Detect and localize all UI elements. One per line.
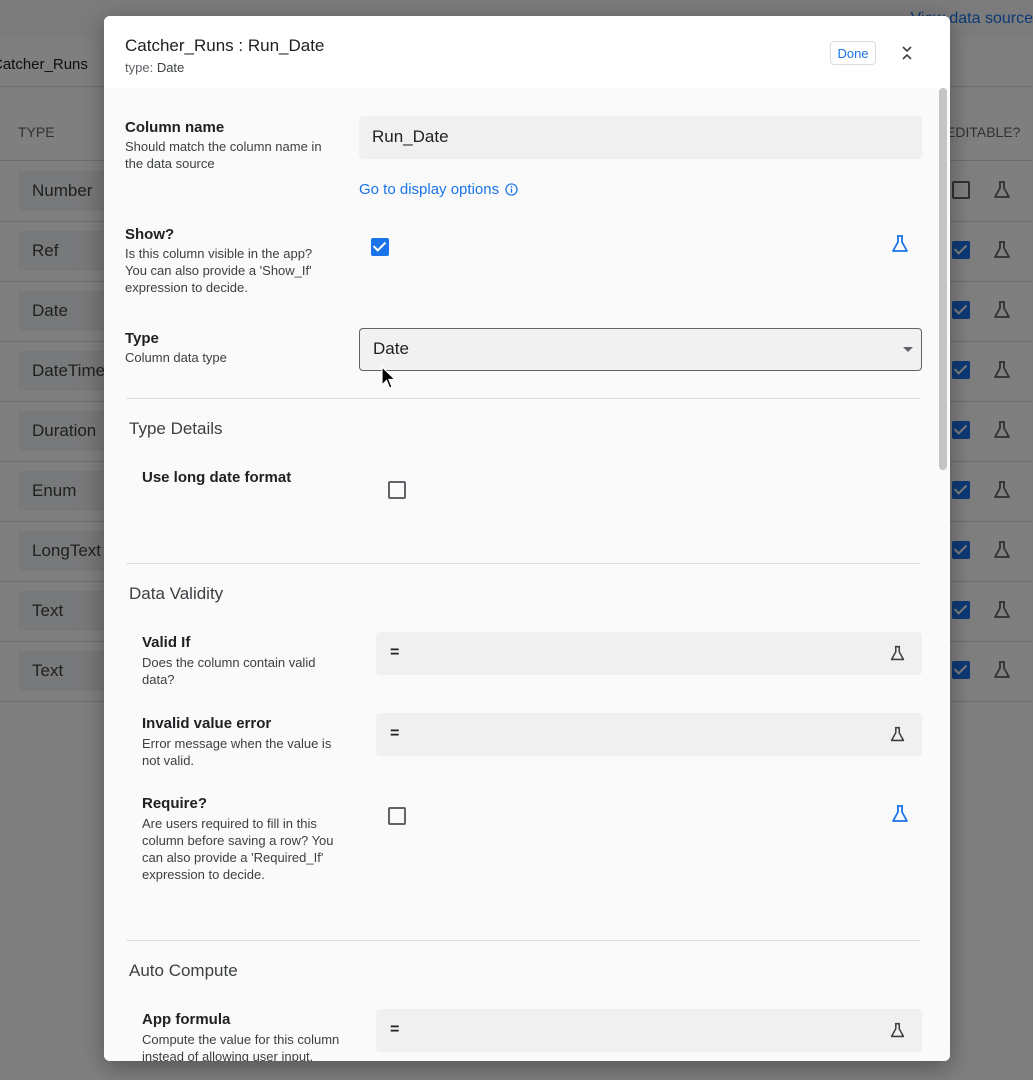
long-date-checkbox[interactable] bbox=[388, 481, 406, 499]
app-formula-value: = bbox=[390, 1021, 400, 1038]
divider bbox=[126, 563, 920, 564]
display-options-link[interactable]: Go to display options bbox=[359, 181, 518, 198]
type-help: Column data type bbox=[125, 350, 227, 365]
invalid-error-flask-icon[interactable] bbox=[889, 726, 906, 743]
app-formula-help: Compute the value for this column instea… bbox=[142, 1032, 340, 1061]
show-help: Is this column visible in the app? You c… bbox=[125, 246, 313, 295]
show-if-flask-icon[interactable] bbox=[890, 234, 910, 254]
invalid-error-expression-input[interactable]: = bbox=[376, 713, 922, 756]
chevron-down-icon bbox=[903, 347, 913, 352]
divider bbox=[126, 940, 920, 941]
long-date-label: Use long date format bbox=[142, 469, 292, 486]
collapse-icon[interactable] bbox=[899, 44, 915, 62]
dialog-subtitle: type: Date bbox=[125, 60, 184, 75]
column-name-label: Column name bbox=[125, 119, 225, 136]
subtitle-prefix: type: bbox=[125, 60, 154, 75]
data-validity-heading: Data Validity bbox=[129, 584, 224, 603]
require-checkbox[interactable] bbox=[388, 807, 406, 825]
type-select[interactable]: Date bbox=[359, 328, 922, 371]
app-formula-label: App formula bbox=[142, 1011, 231, 1028]
invalid-error-help: Error message when the value is not vali… bbox=[142, 736, 332, 768]
required-if-flask-icon[interactable] bbox=[890, 804, 910, 824]
auto-compute-heading: Auto Compute bbox=[129, 961, 238, 980]
column-name-help: Should match the column name in the data… bbox=[125, 139, 322, 171]
show-checkbox[interactable] bbox=[371, 238, 389, 256]
display-options-label: Go to display options bbox=[359, 181, 500, 198]
dialog-body: Column name Should match the column name… bbox=[104, 88, 938, 1061]
column-edit-dialog: Catcher_Runs : Run_Date type: Date Done … bbox=[104, 16, 950, 1061]
valid-if-expression-input[interactable]: = bbox=[376, 632, 922, 675]
divider bbox=[126, 398, 920, 399]
done-button[interactable]: Done bbox=[830, 41, 876, 65]
type-select-value: Date bbox=[373, 339, 409, 358]
scrollbar-thumb[interactable] bbox=[939, 88, 947, 470]
mouse-cursor-icon bbox=[381, 366, 397, 389]
show-label: Show? bbox=[125, 226, 175, 243]
require-help: Are users required to fill in this colum… bbox=[142, 816, 334, 882]
type-label: Type bbox=[125, 330, 159, 347]
dialog-header: Catcher_Runs : Run_Date type: Date Done bbox=[104, 16, 950, 88]
app-formula-flask-icon[interactable] bbox=[889, 1022, 906, 1039]
type-details-heading: Type Details bbox=[129, 419, 223, 438]
app-formula-expression-input[interactable]: = bbox=[376, 1009, 922, 1052]
valid-if-flask-icon[interactable] bbox=[889, 645, 906, 662]
dialog-title: Catcher_Runs : Run_Date bbox=[125, 36, 325, 55]
column-name-input[interactable]: Run_Date bbox=[359, 116, 922, 159]
subtitle-type: Date bbox=[156, 60, 185, 75]
valid-if-value: = bbox=[390, 644, 400, 661]
invalid-error-value: = bbox=[390, 725, 400, 742]
valid-if-label: Valid If bbox=[142, 634, 191, 651]
invalid-error-label: Invalid value error bbox=[142, 715, 272, 732]
valid-if-help: Does the column contain valid data? bbox=[142, 655, 316, 687]
info-icon bbox=[505, 183, 518, 196]
require-label: Require? bbox=[142, 795, 208, 812]
